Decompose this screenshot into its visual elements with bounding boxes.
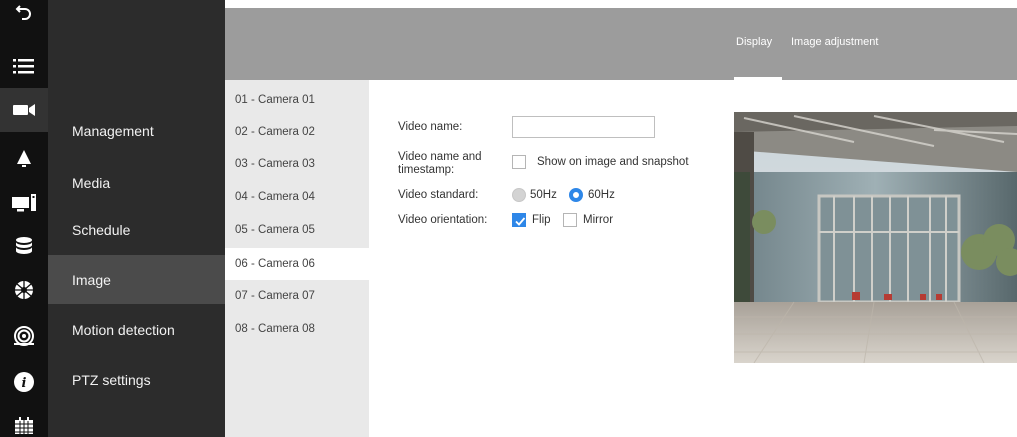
camera-list-item[interactable]: 05 - Camera 05	[225, 214, 369, 246]
camera-list-item[interactable]: 07 - Camera 07	[225, 280, 369, 312]
flip-checkbox[interactable]	[512, 213, 526, 227]
camera-label: 01 - Camera 01	[235, 94, 315, 106]
settings-menu: Management Media Schedule Image Motion d…	[48, 0, 225, 437]
network-icon[interactable]	[0, 268, 48, 312]
radio-50hz-label: 50Hz	[530, 189, 557, 201]
video-orientation-label: Video orientation:	[398, 214, 488, 226]
tab-image-adjustment[interactable]: Image adjustment	[791, 36, 878, 48]
tab-display[interactable]: Display	[736, 36, 772, 48]
camera-label: 08 - Camera 08	[235, 323, 315, 335]
fisheye-lens-icon[interactable]	[0, 314, 48, 358]
svg-text:i: i	[22, 376, 27, 391]
radio-60hz-label: 60Hz	[588, 189, 615, 201]
bell-icon[interactable]	[0, 136, 48, 180]
menu-item-label: Management	[72, 123, 154, 139]
menu-item-label: PTZ settings	[72, 372, 151, 388]
video-name-timestamp-label-line2: timestamp:	[398, 164, 455, 176]
menu-item-management[interactable]: Management	[48, 107, 225, 155]
camera-list-item[interactable]: 03 - Camera 03	[225, 148, 369, 180]
header-bar: Display Image adjustment	[225, 8, 1017, 80]
mirror-label: Mirror	[583, 214, 614, 226]
video-standard-label: Video standard:	[398, 189, 479, 201]
camera-label: 05 - Camera 05	[235, 224, 315, 236]
radio-50hz[interactable]	[512, 188, 526, 202]
camera-preview-image	[734, 112, 1017, 363]
show-on-image-label: Show on image and snapshot	[537, 156, 689, 168]
flip-label: Flip	[532, 214, 551, 226]
menu-item-schedule[interactable]: Schedule	[48, 206, 225, 254]
camera-label: 03 - Camera 03	[235, 158, 315, 170]
menu-item-label: Image	[72, 271, 111, 288]
camera-list: 01 - Camera 01 02 - Camera 02 03 - Camer…	[225, 80, 369, 437]
video-name-timestamp-label-line1: Video name and	[398, 151, 482, 163]
icon-rail: i	[0, 0, 48, 437]
camera-label: 02 - Camera 02	[235, 126, 315, 138]
camera-label: 07 - Camera 07	[235, 290, 315, 302]
camera-list-item[interactable]: 02 - Camera 02	[225, 116, 369, 148]
computer-icon[interactable]	[0, 180, 48, 224]
menu-item-label: Schedule	[72, 222, 131, 238]
back-arrow-icon[interactable]	[0, 0, 48, 30]
mirror-checkbox[interactable]	[563, 213, 577, 227]
menu-item-label: Motion detection	[72, 322, 175, 338]
menu-item-image[interactable]: Image	[48, 255, 225, 304]
camera-list-item[interactable]: 04 - Camera 04	[225, 181, 369, 213]
video-name-input[interactable]	[512, 116, 655, 138]
menu-item-label: Media	[72, 175, 111, 191]
camera-list-item[interactable]: 08 - Camera 08	[225, 313, 369, 345]
list-icon[interactable]	[0, 44, 48, 88]
video-name-label: Video name:	[398, 121, 463, 133]
menu-item-motion-detection[interactable]: Motion detection	[48, 306, 225, 354]
menu-item-ptz-settings[interactable]: PTZ settings	[48, 356, 225, 404]
menu-item-media[interactable]: Media	[48, 159, 225, 207]
camera-label: 04 - Camera 04	[235, 191, 315, 203]
radio-60hz[interactable]	[569, 188, 583, 202]
info-icon[interactable]: i	[0, 360, 48, 404]
camera-label: 06 - Camera 06	[235, 258, 315, 270]
camera-icon[interactable]	[0, 88, 48, 132]
show-on-image-checkbox[interactable]	[512, 155, 526, 169]
camera-list-item-selected[interactable]: 06 - Camera 06	[225, 248, 369, 280]
camera-list-item[interactable]: 01 - Camera 01	[225, 84, 369, 116]
storage-icon[interactable]	[0, 224, 48, 268]
video-preview[interactable]	[734, 112, 1017, 363]
active-tab-indicator	[734, 77, 782, 80]
checkmark-icon	[515, 217, 526, 226]
calendar-icon[interactable]	[0, 414, 48, 437]
